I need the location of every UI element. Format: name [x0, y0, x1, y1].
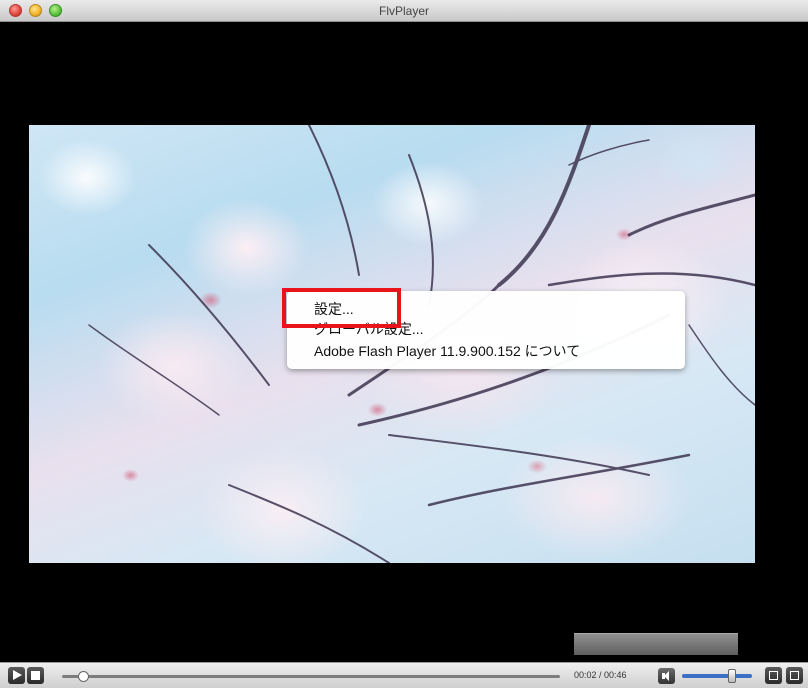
control-bar: 00:02 / 00:46 — [0, 662, 808, 688]
stop-icon[interactable] — [27, 667, 44, 684]
seek-handle[interactable] — [77, 671, 89, 682]
window-size-icon[interactable] — [765, 667, 782, 684]
highlight-box — [282, 288, 401, 328]
fullscreen-icon[interactable] — [786, 667, 803, 684]
fullscreen-overlay-button[interactable] — [574, 633, 738, 655]
time-display: 00:02 / 00:46 — [574, 670, 627, 680]
menu-item-about-flash-player[interactable]: Adobe Flash Player 11.9.900.152 について — [314, 341, 580, 361]
play-icon[interactable] — [8, 667, 25, 684]
volume-slider[interactable] — [682, 674, 752, 678]
volume-handle[interactable] — [728, 669, 737, 683]
window-title: FlvPlayer — [378, 4, 429, 18]
seek-bar[interactable] — [62, 675, 560, 678]
title-bar: FlvPlayer — [0, 0, 808, 22]
volume-icon[interactable] — [658, 668, 675, 684]
